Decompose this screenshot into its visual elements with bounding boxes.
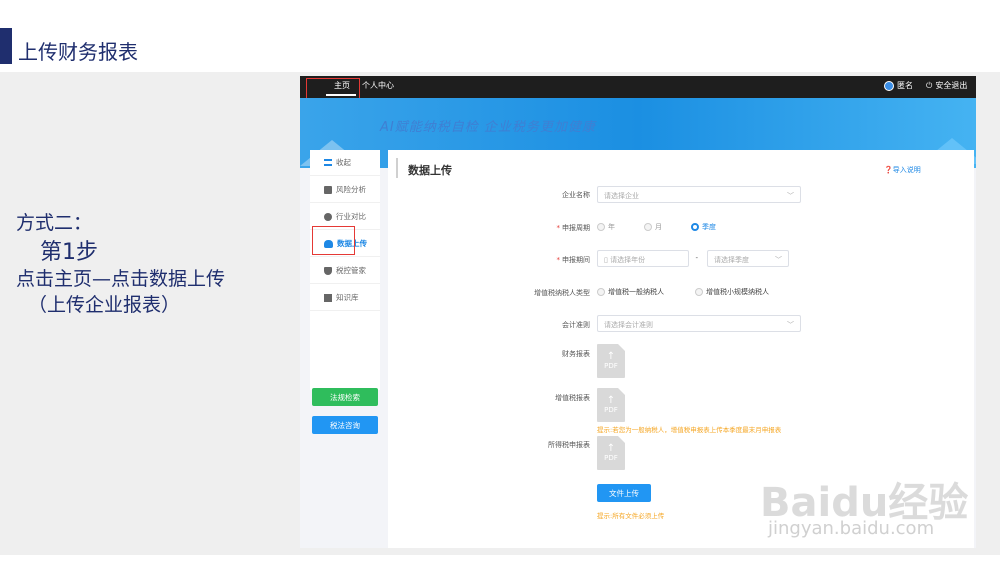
radio-small-taxpayer[interactable]: 增值税小规模纳税人: [695, 287, 769, 297]
radio-circle-selected: [691, 223, 699, 231]
user-anonymous[interactable]: 匿名: [884, 80, 913, 91]
financial-report-label: 财务报表: [562, 350, 590, 358]
sidebar-item-collapse[interactable]: 收起: [310, 150, 380, 176]
tax-consult-button[interactable]: 税法咨询: [312, 416, 378, 434]
radio-circle: [597, 288, 605, 296]
pdf-label: PDF: [604, 406, 618, 414]
logout-label: 安全退出: [935, 81, 968, 90]
avatar-icon: [884, 80, 894, 91]
method-label: 方式二：: [16, 212, 93, 234]
risk-icon: [324, 185, 332, 194]
sidebar-item-knowledge-base[interactable]: 知识库: [310, 285, 380, 311]
income-tax-upload[interactable]: ↑ PDF: [597, 436, 625, 470]
upload-arrow-icon: ↑: [606, 443, 616, 454]
shield-icon: [324, 266, 332, 275]
chevron-down-icon: ﹀: [787, 321, 794, 329]
radio-year[interactable]: 年: [597, 222, 615, 232]
radio-month[interactable]: 月: [644, 222, 662, 232]
import-help-link[interactable]: ❓导入说明: [884, 165, 921, 175]
quarter-placeholder: 请选择季度: [714, 256, 749, 264]
period-label-text: 申报期间: [562, 256, 590, 264]
sidebar-item-label: 收起: [336, 158, 351, 167]
quarter-select[interactable]: 请选择季度 ﹀: [707, 250, 789, 267]
company-label: 企业名称: [562, 191, 590, 199]
slide-accent-bar: [0, 28, 12, 64]
sidebar-item-label: 行业对比: [336, 212, 366, 221]
period-type-label-text: 申报周期: [562, 224, 590, 232]
watermark-url: jingyan.baidu.com: [768, 518, 935, 539]
upload-arrow-icon: ↑: [606, 395, 616, 406]
regulation-search-button[interactable]: 法规检索: [312, 388, 378, 406]
power-icon: ⏻: [926, 80, 933, 90]
sidebar-item-risk-analysis[interactable]: 风险分析: [310, 177, 380, 203]
top-nav-bar: 主页 个人中心 匿名 ⏻ 安全退出: [300, 76, 976, 98]
pie-icon: [324, 212, 332, 221]
pdf-label: PDF: [604, 454, 618, 462]
highlight-box-data-upload: [312, 226, 355, 255]
card-title-accent: [396, 158, 398, 178]
radio-label: 月: [655, 223, 662, 231]
radio-circle: [644, 223, 652, 231]
range-separator: -: [695, 254, 698, 262]
accounting-label: 会计准则: [562, 321, 590, 329]
radio-circle: [695, 288, 703, 296]
radio-quarter[interactable]: 季度: [691, 222, 716, 232]
period-label: * 申报期间: [480, 255, 591, 265]
chevron-down-icon: ﹀: [787, 192, 794, 200]
radio-label: 增值税小规模纳税人: [706, 288, 769, 296]
radio-general-taxpayer[interactable]: 增值税一般纳税人: [597, 287, 664, 297]
company-placeholder: 请选择企业: [604, 192, 639, 200]
step-instruction: 点击主页—点击数据上传: [16, 268, 226, 290]
book-icon: [324, 293, 332, 302]
page-title: 数据上传: [408, 164, 452, 177]
financial-report-upload[interactable]: ↑ PDF: [597, 344, 625, 378]
chevron-down-icon: ﹀: [775, 256, 782, 264]
vat-hint: 提示:若您为一般纳税人，增值税申报表上传本季度最末月申报表: [597, 426, 782, 434]
user-name: 匿名: [897, 81, 913, 90]
radio-label: 季度: [702, 223, 716, 231]
sidebar-item-label: 税控管家: [336, 266, 366, 275]
taxpayer-type-label: 增值税纳税人类型: [534, 289, 590, 297]
sidebar-item-label: 知识库: [336, 293, 359, 302]
step-note: （上传企业报表）: [28, 294, 181, 316]
vat-report-label: 增值税报表: [555, 394, 590, 402]
upload-arrow-icon: ↑: [606, 351, 616, 362]
radio-label: 增值税一般纳税人: [608, 288, 664, 296]
income-tax-label: 所得税申报表: [548, 441, 590, 449]
sidebar-item-tax-control[interactable]: 税控管家: [310, 258, 380, 284]
logout-button[interactable]: ⏻ 安全退出: [926, 80, 967, 91]
company-select[interactable]: 请选择企业 ﹀: [597, 186, 801, 203]
accounting-standard-select[interactable]: 请选择会计准则 ﹀: [597, 315, 801, 332]
sidebar-item-label: 风险分析: [336, 185, 366, 194]
pdf-label: PDF: [604, 362, 618, 370]
required-mark: *: [556, 224, 561, 232]
nav-personal-center[interactable]: 个人中心: [362, 80, 394, 91]
radio-circle: [597, 223, 605, 231]
sidebar: 收起 风险分析 行业对比 数据上传 税控管家 知识库 法规检索 税法咨询: [310, 150, 380, 434]
accounting-placeholder: 请选择会计准则: [604, 321, 653, 329]
radio-label: 年: [608, 223, 615, 231]
vat-report-upload[interactable]: ↑ PDF: [597, 388, 625, 422]
upload-hint: 提示:所有文件必须上传: [597, 512, 665, 520]
period-type-label: * 申报周期: [480, 223, 591, 233]
banner-slogan: AI赋能纳税自检 企业税务更加健康: [380, 120, 596, 135]
file-upload-button[interactable]: 文件上传: [597, 484, 651, 502]
required-mark: *: [556, 256, 561, 264]
step-label: 第1步: [40, 240, 98, 265]
menu-icon: [324, 159, 332, 166]
slide-title: 上传财务报表: [18, 40, 138, 64]
